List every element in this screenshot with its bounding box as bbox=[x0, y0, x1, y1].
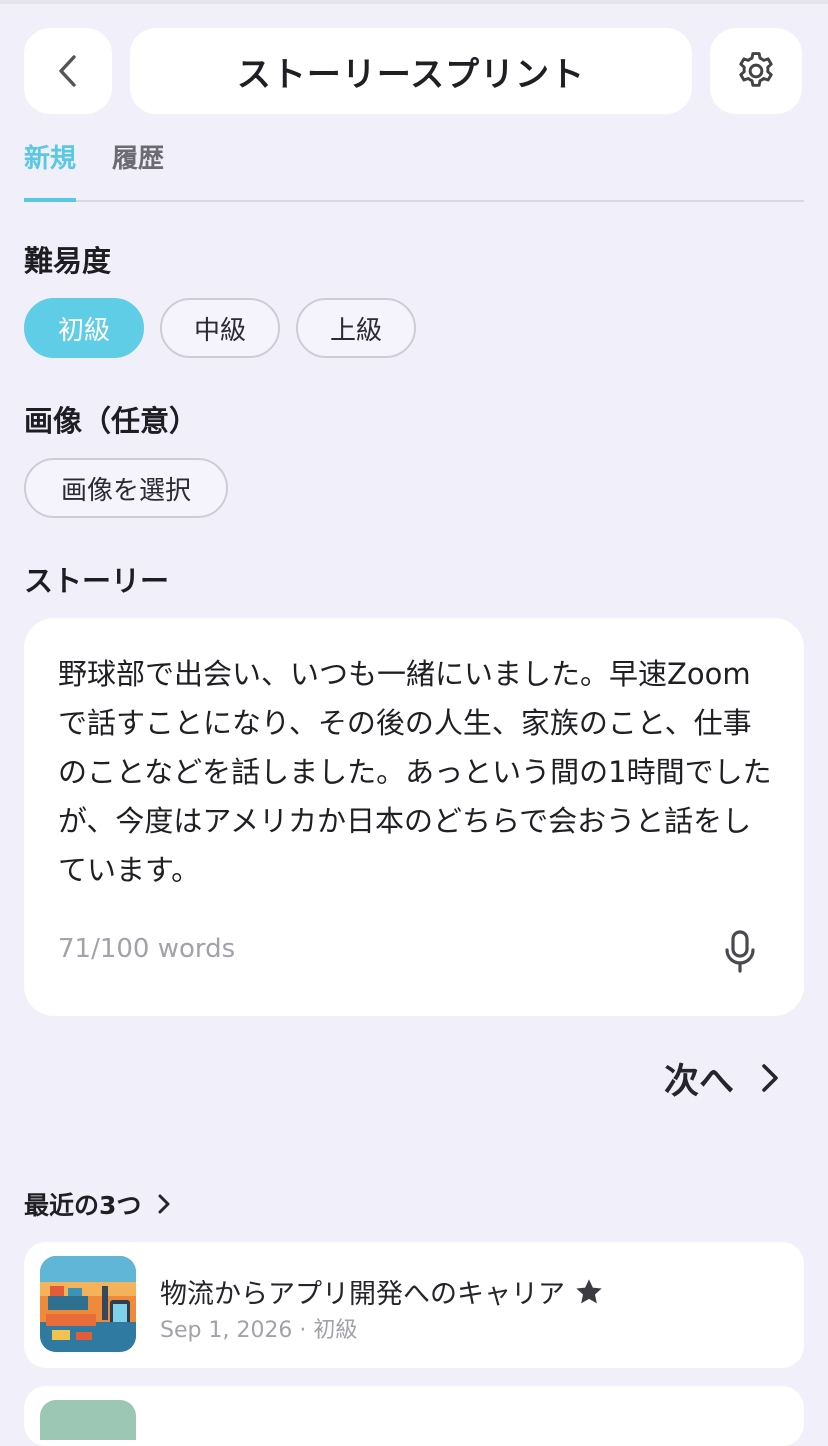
story-textarea[interactable]: 野球部で出会い、いつも一緒にいました。早速Zoomで話すことになり、その後の人生… bbox=[58, 650, 772, 895]
recent-item[interactable] bbox=[24, 1386, 804, 1446]
recent-item-title: 物流からアプリ開発へのキャリア bbox=[160, 1272, 605, 1311]
recent-item[interactable]: 物流からアプリ開発へのキャリア Sep 1, 2026 · 初級 bbox=[24, 1242, 804, 1368]
star-icon bbox=[576, 1278, 602, 1303]
tab-new[interactable]: 新規 bbox=[24, 140, 77, 202]
chevron-right-icon bbox=[158, 1194, 170, 1214]
next-button[interactable]: 次へ bbox=[664, 1050, 782, 1106]
top-divider bbox=[0, 0, 828, 4]
recent-label: 最近の3つ bbox=[24, 1191, 142, 1220]
page-title: ストーリースプリント bbox=[130, 28, 692, 114]
tab-bar: 新規 履歴 bbox=[24, 140, 804, 202]
difficulty-advanced-button[interactable]: 上級 bbox=[296, 298, 416, 358]
select-image-button[interactable]: 画像を選択 bbox=[24, 458, 228, 518]
tab-history[interactable]: 履歴 bbox=[112, 140, 164, 198]
difficulty-label: 難易度 bbox=[24, 244, 112, 278]
story-card: 野球部で出会い、いつも一緒にいました。早速Zoomで話すことになり、その後の人生… bbox=[24, 618, 804, 1016]
difficulty-intermediate-button[interactable]: 中級 bbox=[160, 298, 280, 358]
chevron-left-icon bbox=[59, 55, 76, 87]
word-count: 71/100 words bbox=[58, 934, 236, 964]
story-label: ストーリー bbox=[24, 564, 170, 598]
settings-button[interactable] bbox=[710, 28, 802, 114]
chevron-right-icon bbox=[762, 1064, 778, 1092]
back-button[interactable] bbox=[24, 28, 112, 114]
difficulty-beginner-button[interactable]: 初級 bbox=[24, 298, 144, 358]
story-thumbnail-image bbox=[40, 1256, 136, 1352]
microphone-icon[interactable] bbox=[724, 930, 756, 974]
recent-header[interactable]: 最近の3つ bbox=[24, 1186, 173, 1222]
story-thumbnail-image bbox=[40, 1400, 136, 1440]
gear-icon bbox=[739, 52, 773, 87]
recent-item-title-text: 物流からアプリ開発へのキャリア bbox=[160, 1279, 565, 1310]
image-label: 画像（任意） bbox=[24, 404, 199, 438]
recent-item-meta: Sep 1, 2026 · 初級 bbox=[160, 1318, 358, 1343]
next-label: 次へ bbox=[664, 1061, 735, 1102]
